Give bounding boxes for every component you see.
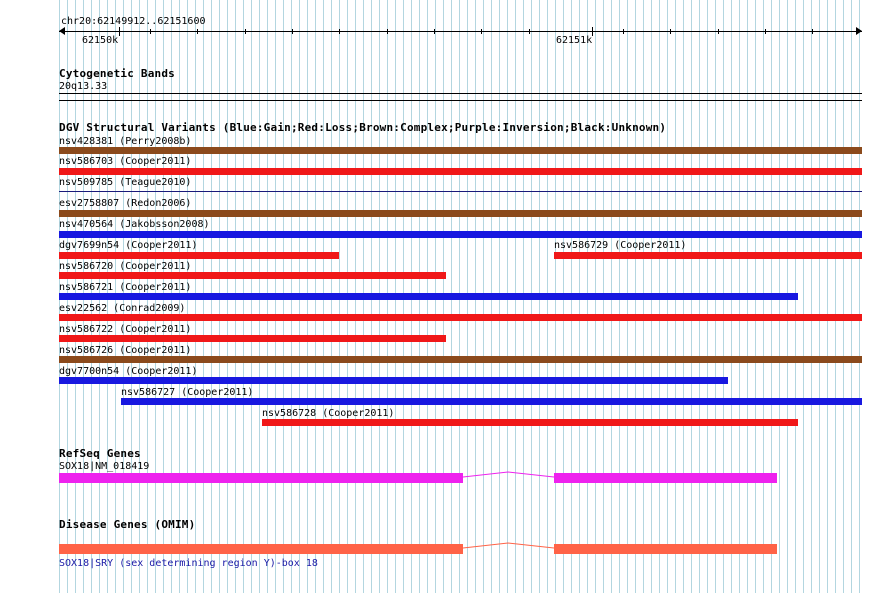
variant-bar-thin[interactable] xyxy=(59,191,862,192)
cytoband-band-bottom[interactable] xyxy=(59,100,862,101)
ruler-minor-tick xyxy=(197,29,198,34)
refseq-exon-2[interactable] xyxy=(554,473,777,483)
variant-bar-loss[interactable] xyxy=(59,252,339,259)
ruler-minor-tick xyxy=(387,29,388,34)
refseq-intron-line[interactable] xyxy=(463,470,554,480)
omim-intron-line[interactable] xyxy=(463,541,554,551)
omim-exon-2[interactable] xyxy=(554,544,777,554)
omim-track-title[interactable]: Disease Genes (OMIM) xyxy=(59,519,195,531)
variant-bar-complex[interactable] xyxy=(59,147,862,154)
variant-label[interactable]: esv22562 (Conrad2009) xyxy=(59,303,185,314)
variant-bar-gain[interactable] xyxy=(59,377,728,384)
omim-gene-link[interactable]: SOX18|SRY (sex determining region Y)-box… xyxy=(59,558,318,569)
ruler-minor-tick xyxy=(670,29,671,34)
ruler-minor-tick xyxy=(339,29,340,34)
ruler-major-tick xyxy=(592,27,593,36)
dgv-track-title[interactable]: DGV Structural Variants (Blue:Gain;Red:L… xyxy=(59,122,666,134)
variant-bar-loss[interactable] xyxy=(59,272,446,279)
variant-label[interactable]: nsv586720 (Cooper2011) xyxy=(59,261,191,272)
ruler-axis[interactable] xyxy=(59,31,862,32)
variant-label[interactable]: nsv586721 (Cooper2011) xyxy=(59,282,191,293)
variant-label[interactable]: dgv7700n54 (Cooper2011) xyxy=(59,366,197,377)
ruler-minor-tick xyxy=(245,29,246,34)
variant-bar-complex[interactable] xyxy=(59,356,862,363)
ruler-minor-tick xyxy=(529,29,530,34)
ruler-left-arrow-icon[interactable] xyxy=(59,27,65,35)
variant-label[interactable]: nsv586729 (Cooper2011) xyxy=(554,240,686,251)
ruler-tick-label: 62151k xyxy=(556,35,593,46)
ruler-minor-tick xyxy=(765,29,766,34)
variant-bar-loss[interactable] xyxy=(59,314,862,321)
variant-label[interactable]: nsv509785 (Teague2010) xyxy=(59,177,191,188)
ruler-minor-tick xyxy=(292,29,293,34)
cytoband-label: 20q13.33 xyxy=(59,81,108,92)
refseq-track-title[interactable]: RefSeq Genes xyxy=(59,448,141,460)
variant-bar-loss[interactable] xyxy=(59,335,446,342)
variant-bar-gain[interactable] xyxy=(59,293,798,300)
variant-label[interactable]: dgv7699n54 (Cooper2011) xyxy=(59,240,197,251)
ruler-minor-tick xyxy=(623,29,624,34)
variant-bar-loss[interactable] xyxy=(554,252,862,259)
ruler-right-arrow-icon[interactable] xyxy=(856,27,862,35)
ruler-minor-tick xyxy=(150,29,151,34)
variant-label[interactable]: nsv586728 (Cooper2011) xyxy=(262,408,394,419)
variant-label[interactable]: esv2758807 (Redon2006) xyxy=(59,198,191,209)
ruler-minor-tick xyxy=(812,29,813,34)
variant-label[interactable]: nsv586727 (Cooper2011) xyxy=(121,387,253,398)
variant-label[interactable]: nsv586703 (Cooper2011) xyxy=(59,156,191,167)
variant-bar-loss[interactable] xyxy=(59,168,862,175)
variant-label[interactable]: nsv428381 (Perry2008b) xyxy=(59,136,191,147)
cytoband-track-title[interactable]: Cytogenetic Bands xyxy=(59,68,175,80)
ruler-range: chr20:62149912..62151600 xyxy=(61,16,206,27)
refseq-exon-1[interactable] xyxy=(59,473,463,483)
ruler-minor-tick xyxy=(481,29,482,34)
variant-bar-gain[interactable] xyxy=(59,231,862,238)
variant-label[interactable]: nsv470564 (Jakobsson2008) xyxy=(59,219,210,230)
ruler-major-tick xyxy=(119,27,120,36)
ruler-minor-tick xyxy=(718,29,719,34)
ruler-tick-label: 62150k xyxy=(82,35,119,46)
cytoband-band-top[interactable] xyxy=(59,93,862,94)
variant-bar-complex[interactable] xyxy=(59,210,862,217)
omim-exon-1[interactable] xyxy=(59,544,463,554)
variant-bar-gain[interactable] xyxy=(121,398,862,405)
variant-label[interactable]: nsv586722 (Cooper2011) xyxy=(59,324,191,335)
refseq-gene-label[interactable]: SOX18|NM_018419 xyxy=(59,461,149,472)
variant-label[interactable]: nsv586726 (Cooper2011) xyxy=(59,345,191,356)
variant-bar-loss[interactable] xyxy=(262,419,798,426)
ruler-minor-tick xyxy=(434,29,435,34)
